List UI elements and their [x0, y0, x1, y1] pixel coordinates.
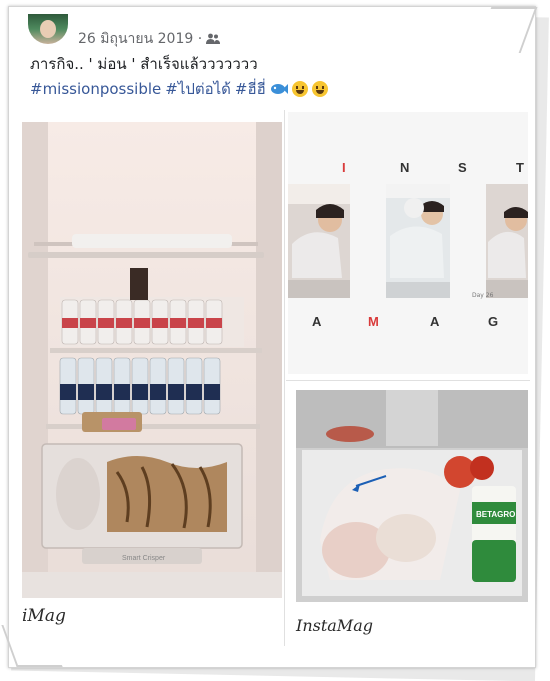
photo-caption-right: InstaMag [296, 616, 373, 635]
insta-letter: A [430, 314, 441, 329]
friends-audience-icon[interactable] [206, 33, 221, 45]
insta-letter: I [342, 160, 347, 175]
photo-caption-left: iMag [22, 606, 66, 626]
grid-divider-vertical [284, 110, 285, 646]
frame-corner-bottom-left [1, 625, 63, 667]
collage-photo-1 [288, 184, 350, 298]
freezer-package-label: BETAGRO [476, 510, 515, 519]
photo-freezer[interactable]: BETAGRO [296, 390, 528, 602]
smile-emoji [311, 81, 328, 97]
freezer-illustration: BETAGRO [296, 390, 528, 602]
insta-letter: N [400, 160, 411, 175]
photo-instamag-collage[interactable]: I N S T Day 26 A M A G [288, 112, 528, 374]
insta-letter: M [368, 314, 380, 329]
frame-corner-top-right [474, 7, 538, 53]
fridge-illustration: Smart Crisper [22, 122, 282, 598]
grid-divider-horizontal [286, 380, 530, 381]
grin-emoji [291, 81, 308, 97]
fridge-drawer-label: Smart Crisper [122, 555, 166, 562]
post-meta: 26 มิถุนายน 2019 · [78, 28, 221, 50]
insta-letter: A [312, 314, 323, 329]
post-text: ภารกิจ.. ' ม่อน ' สำเร็จแล้ววววววว [30, 55, 258, 73]
hashtag-missionpossible[interactable]: #missionpossible [30, 80, 161, 98]
collage-photo-2 [386, 184, 450, 298]
insta-letter: T [516, 160, 525, 175]
fish-icon [270, 84, 288, 94]
insta-letter: G [488, 314, 500, 329]
post-hashtags: #missionpossible #ไปต่อได้ #ฮี่ฮี่ [30, 77, 328, 101]
collage-photo-3 [486, 184, 528, 298]
insta-letter: S [458, 160, 468, 175]
post-date[interactable]: 26 มิถุนายน 2019 · [78, 28, 202, 50]
hashtag-hehe[interactable]: #ฮี่ฮี่ [235, 77, 266, 101]
photo-fridge[interactable]: Smart Crisper [22, 122, 282, 598]
hashtag-keep-going[interactable]: #ไปต่อได้ [165, 77, 231, 101]
insta-date-mark: Day 26 [472, 292, 494, 299]
